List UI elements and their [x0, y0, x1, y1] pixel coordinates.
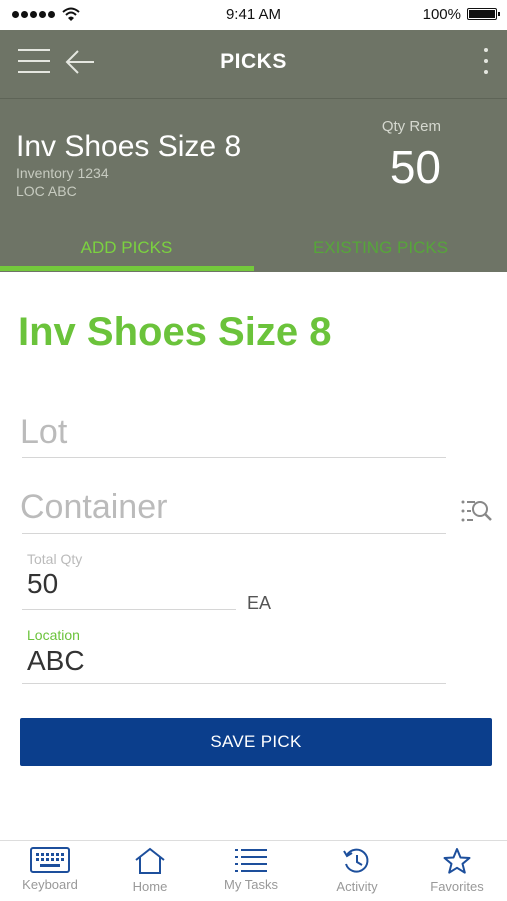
location-underline [22, 683, 446, 684]
item-heading: Inv Shoes Size 8 [18, 310, 332, 354]
nav-my-tasks[interactable]: My Tasks [201, 841, 301, 901]
lot-input[interactable]: Lot [20, 413, 67, 452]
keyboard-icon [30, 847, 70, 873]
nav-keyboard-label: Keyboard [22, 877, 78, 892]
location-input[interactable]: ABC [27, 645, 85, 677]
page-title: PICKS [220, 50, 287, 73]
battery-icon [467, 8, 500, 20]
save-pick-button[interactable]: SAVE PICK [20, 718, 492, 766]
tab-existing-picks[interactable]: EXISTING PICKS [254, 238, 507, 272]
nav-my-tasks-label: My Tasks [224, 877, 278, 892]
container-input-underline [22, 533, 446, 534]
star-icon [443, 848, 471, 874]
tasks-icon [235, 849, 267, 872]
container-input[interactable]: Container [20, 488, 167, 527]
unit-of-measure: EA [247, 593, 272, 613]
nav-keyboard[interactable]: Keyboard [0, 841, 100, 901]
nav-favorites[interactable]: Favorites [407, 841, 507, 901]
home-icon [135, 847, 165, 874]
active-tab-indicator [0, 266, 254, 271]
activity-icon [343, 848, 369, 873]
total-qty-underline [22, 609, 236, 610]
inventory-number: Inventory 1234 [16, 165, 109, 181]
search-list-icon[interactable] [459, 498, 493, 526]
nav-activity[interactable]: Activity [307, 841, 407, 901]
qty-remaining-label: Qty Rem [381, 118, 441, 135]
more-vertical-icon[interactable] [483, 48, 489, 81]
total-qty-input[interactable]: 50 [27, 568, 58, 600]
qty-remaining-value: 50 [389, 141, 441, 193]
location-label: Location [27, 627, 80, 643]
total-qty-label: Total Qty [27, 551, 83, 567]
lot-input-underline [22, 457, 446, 458]
nav-activity-label: Activity [336, 879, 378, 894]
status-bar: 9:41 AM 100% [0, 0, 507, 30]
nav-home[interactable]: Home [100, 841, 200, 901]
nav-favorites-label: Favorites [430, 879, 484, 894]
header-divider [0, 98, 507, 99]
location-code: LOC ABC [16, 183, 77, 199]
item-name: Inv Shoes Size 8 [16, 130, 242, 163]
bottom-nav: Keyboard Home My Tasks Activity Favorite… [0, 840, 507, 901]
battery-percent: 100% [422, 6, 461, 23]
nav-home-label: Home [132, 879, 168, 894]
